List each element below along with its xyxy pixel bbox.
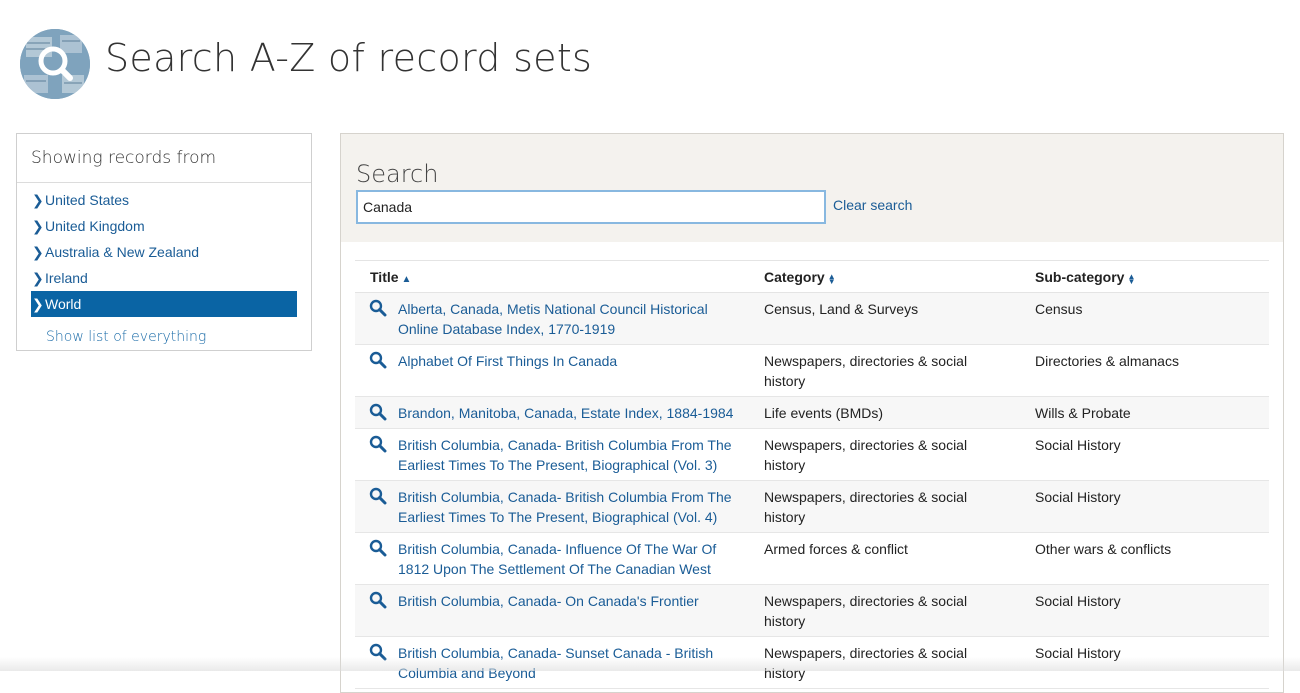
subcategory-cell: Census <box>1020 293 1269 345</box>
sort-ascending-icon: ▲ <box>402 274 412 285</box>
region-label: United Kingdom <box>45 218 145 234</box>
record-title-link[interactable]: British Columbia, Canada- British Columb… <box>398 437 732 473</box>
region-label: Ireland <box>45 270 88 286</box>
subcategory-cell: Social History <box>1020 481 1269 533</box>
category-cell: Census, Land & Surveys <box>749 293 1020 345</box>
results-area: Title▲ Category▲▼ Sub-category▲▼ Alberta… <box>355 260 1269 689</box>
chevron-right-icon: ❯ <box>32 239 44 265</box>
region-item-world[interactable]: ❯World <box>31 291 297 317</box>
category-cell: Newspapers, directories & social history <box>749 429 1020 481</box>
category-cell: Newspapers, directories & social history <box>749 481 1020 533</box>
table-row: British Columbia, Canada- On Canada's Fr… <box>355 585 1269 637</box>
column-label: Category <box>764 269 825 285</box>
chevron-right-icon: ❯ <box>32 213 44 239</box>
title-cell: British Columbia, Canada- On Canada's Fr… <box>355 585 749 637</box>
table-row: Alberta, Canada, Metis National Council … <box>355 293 1269 345</box>
table-row: British Columbia, Canada- Influence Of T… <box>355 533 1269 585</box>
search-icon[interactable] <box>369 539 387 557</box>
subcategory-cell: Social History <box>1020 585 1269 637</box>
title-cell: British Columbia, Canada- Sunset Canada … <box>355 637 749 689</box>
records-table: Title▲ Category▲▼ Sub-category▲▼ Alberta… <box>355 260 1269 689</box>
category-cell: Newspapers, directories & social history <box>749 585 1020 637</box>
region-item-united-kingdom[interactable]: ❯United Kingdom <box>31 213 297 239</box>
record-title-link[interactable]: British Columbia, Canada- Influence Of T… <box>398 541 716 577</box>
region-item-united-states[interactable]: ❯United States <box>31 187 297 213</box>
sort-both-icon: ▲▼ <box>1127 274 1135 285</box>
show-everything-link[interactable]: Show list of everything <box>17 317 311 345</box>
search-label: Search <box>356 160 1283 188</box>
filter-heading: Showing records from <box>17 134 311 183</box>
record-title-link[interactable]: Brandon, Manitoba, Canada, Estate Index,… <box>398 405 733 421</box>
title-cell: Alphabet Of First Things In Canada <box>355 345 749 397</box>
category-cell: Life events (BMDs) <box>749 397 1020 429</box>
table-header-row: Title▲ Category▲▼ Sub-category▲▼ <box>355 261 1269 293</box>
subcategory-cell: Directories & almanacs <box>1020 345 1269 397</box>
search-icon[interactable] <box>369 403 387 421</box>
records-panel: Search Clear search Title▲ Category▲▼ Su… <box>340 133 1284 693</box>
region-list: ❯United States ❯United Kingdom ❯Australi… <box>17 183 311 317</box>
subcategory-cell: Social History <box>1020 637 1269 689</box>
column-label: Title <box>370 269 399 285</box>
title-cell: British Columbia, Canada- Influence Of T… <box>355 533 749 585</box>
subcategory-cell: Wills & Probate <box>1020 397 1269 429</box>
record-title-link[interactable]: British Columbia, Canada- British Columb… <box>398 489 732 525</box>
title-cell: Alberta, Canada, Metis National Council … <box>355 293 749 345</box>
column-label: Sub-category <box>1035 269 1124 285</box>
clear-search-link[interactable]: Clear search <box>833 197 912 213</box>
title-cell: Brandon, Manitoba, Canada, Estate Index,… <box>355 397 749 429</box>
category-cell: Armed forces & conflict <box>749 533 1020 585</box>
search-icon[interactable] <box>369 299 387 317</box>
title-cell: British Columbia, Canada- British Columb… <box>355 429 749 481</box>
chevron-right-icon: ❯ <box>32 187 44 213</box>
record-title-link[interactable]: Alphabet Of First Things In Canada <box>398 353 617 369</box>
column-header-category[interactable]: Category▲▼ <box>749 261 1020 293</box>
subcategory-cell: Social History <box>1020 429 1269 481</box>
search-icon[interactable] <box>369 351 387 369</box>
search-input[interactable] <box>356 190 826 224</box>
record-title-link[interactable]: British Columbia, Canada- On Canada's Fr… <box>398 593 699 609</box>
record-title-link[interactable]: British Columbia, Canada- Sunset Canada … <box>398 645 713 681</box>
page-header: Search A-Z of record sets <box>0 0 1300 120</box>
column-header-title[interactable]: Title▲ <box>355 261 749 293</box>
magnifier-logo-icon <box>20 29 90 99</box>
region-item-ireland[interactable]: ❯Ireland <box>31 265 297 291</box>
table-row: British Columbia, Canada- Sunset Canada … <box>355 637 1269 689</box>
search-icon[interactable] <box>369 643 387 661</box>
table-row: British Columbia, Canada- British Columb… <box>355 481 1269 533</box>
category-cell: Newspapers, directories & social history <box>749 637 1020 689</box>
region-label: United States <box>45 192 129 208</box>
region-filter-panel: Showing records from ❯United States ❯Uni… <box>16 133 312 351</box>
record-title-link[interactable]: Alberta, Canada, Metis National Council … <box>398 301 708 337</box>
table-row: Brandon, Manitoba, Canada, Estate Index,… <box>355 397 1269 429</box>
region-item-australia-new-zealand[interactable]: ❯Australia & New Zealand <box>31 239 297 265</box>
column-header-subcategory[interactable]: Sub-category▲▼ <box>1020 261 1269 293</box>
table-row: Alphabet Of First Things In Canada Newsp… <box>355 345 1269 397</box>
chevron-right-icon: ❯ <box>32 291 44 317</box>
region-label: Australia & New Zealand <box>45 244 199 260</box>
search-icon[interactable] <box>369 435 387 453</box>
subcategory-cell: Other wars & conflicts <box>1020 533 1269 585</box>
table-row: British Columbia, Canada- British Columb… <box>355 429 1269 481</box>
title-cell: British Columbia, Canada- British Columb… <box>355 481 749 533</box>
page-title: Search A-Z of record sets <box>105 36 592 80</box>
sort-both-icon: ▲▼ <box>828 274 836 285</box>
search-icon[interactable] <box>369 487 387 505</box>
region-label: World <box>45 296 81 312</box>
chevron-right-icon: ❯ <box>32 265 44 291</box>
category-cell: Newspapers, directories & social history <box>749 345 1020 397</box>
search-icon[interactable] <box>369 591 387 609</box>
search-area: Search Clear search <box>341 134 1283 242</box>
